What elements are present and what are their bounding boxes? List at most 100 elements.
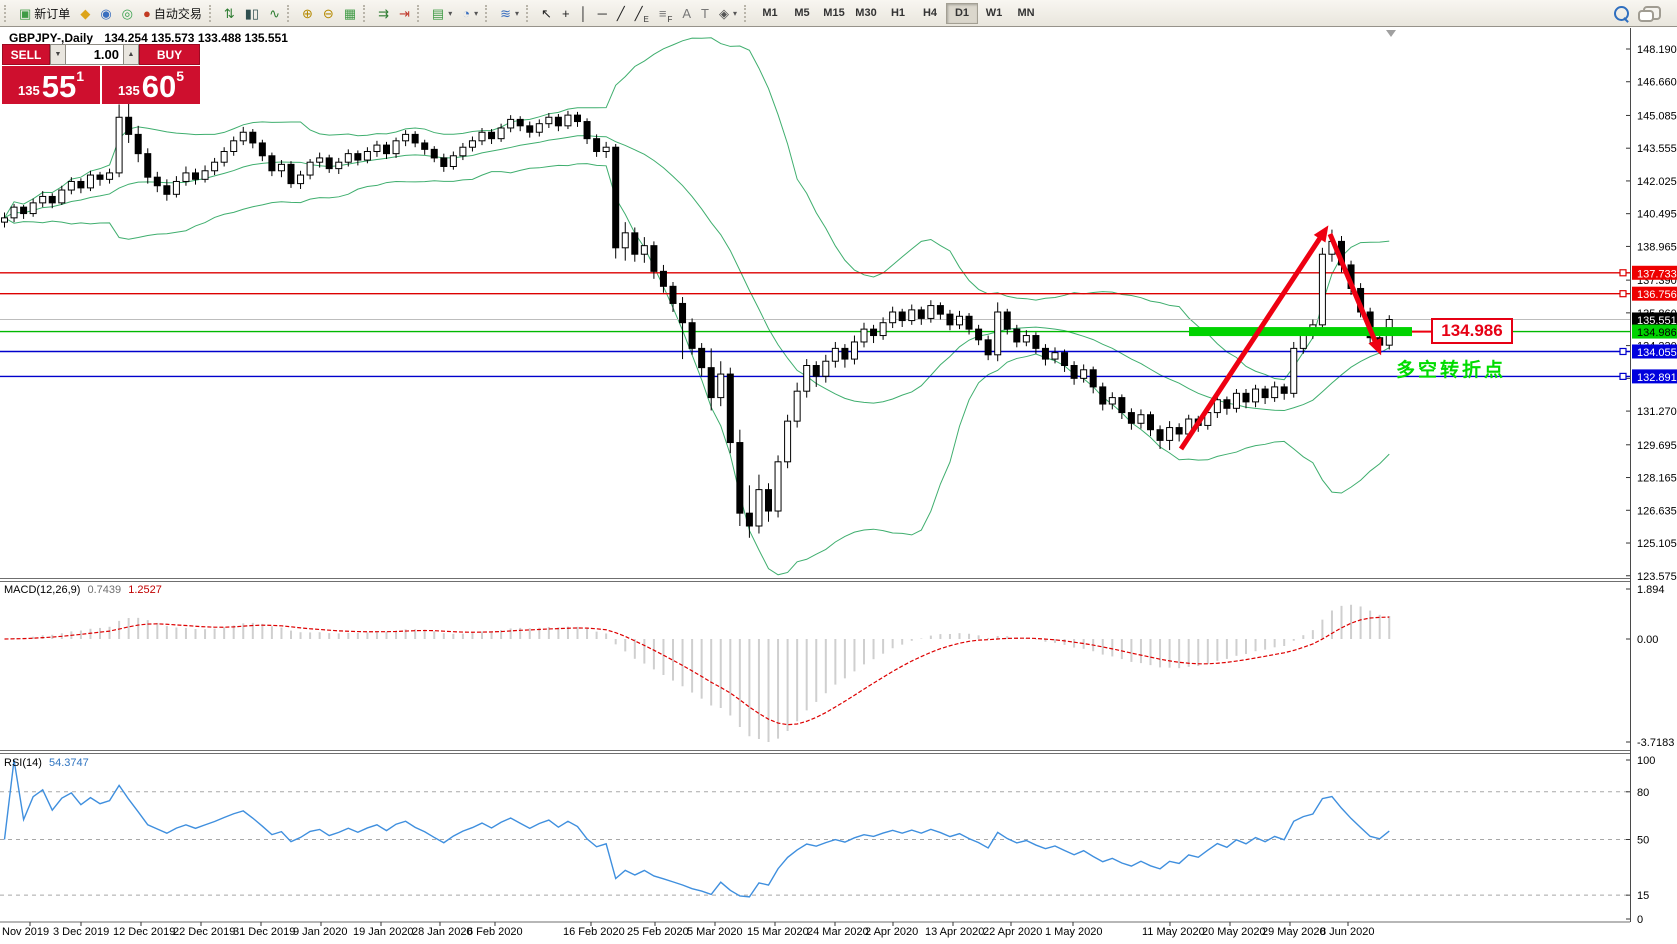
turning-point-annotation[interactable]: 多空转折点 — [1396, 355, 1506, 382]
horizontal-line-icon[interactable]: ─ — [593, 2, 612, 25]
candle-body — [593, 138, 601, 153]
timeframe-button-h1[interactable]: H1 — [882, 3, 914, 24]
candle-body — [889, 311, 897, 324]
candle-body — [1127, 412, 1135, 424]
price-callout-label[interactable]: 134.986 — [1431, 318, 1513, 344]
level-endpoint-marker[interactable] — [1619, 347, 1627, 356]
candle-body — [946, 313, 954, 326]
fibonacci-icon[interactable]: ≡ F — [654, 2, 677, 25]
crosshair-icon[interactable]: + — [557, 2, 575, 25]
volume-increase-button[interactable]: ▲ — [123, 44, 139, 65]
timeframe-button-w1[interactable]: W1 — [978, 3, 1010, 24]
candle-body — [373, 144, 381, 153]
cursor-icon[interactable]: ↖ — [536, 2, 557, 25]
candle-body — [411, 133, 419, 144]
price-level-badge-text: 136.756 — [1637, 289, 1677, 301]
trend-arrow-line[interactable] — [1178, 235, 1323, 451]
candle-body — [736, 442, 744, 514]
candle-body — [134, 133, 142, 155]
tile-windows-icon[interactable]: ▦ — [339, 2, 361, 25]
text-icon[interactable]: A — [677, 2, 696, 25]
buy-button[interactable]: BUY — [139, 44, 200, 65]
toolbar-grip — [363, 4, 369, 22]
candle-body — [822, 360, 830, 377]
dropdown-caret-icon[interactable]: ▾ — [515, 9, 519, 18]
text-label-icon[interactable]: T — [696, 2, 714, 25]
search-icon[interactable] — [1614, 5, 1629, 21]
highlighter-icon[interactable]: ◆ — [75, 2, 95, 25]
candle-body — [48, 195, 56, 204]
candle-body — [86, 174, 94, 189]
chat-icon[interactable] — [1638, 6, 1661, 22]
indicators-icon[interactable]: ≋ ▾ — [495, 2, 524, 25]
candle-body — [468, 140, 476, 148]
candlestick-chart-icon[interactable]: ▮▯ — [240, 2, 264, 25]
dropdown-caret-icon[interactable]: ▾ — [448, 9, 452, 18]
timeframe-button-h4[interactable]: H4 — [914, 3, 946, 24]
dropdown-caret-icon[interactable]: ▾ — [474, 9, 478, 18]
candle-body — [277, 163, 285, 172]
new-chart-icon: ▤ — [431, 5, 445, 21]
candle-body — [698, 347, 706, 369]
timeframe-button-d1[interactable]: D1 — [946, 2, 978, 24]
trend-arrow-line[interactable] — [1327, 233, 1378, 344]
chart-end-marker[interactable] — [1386, 30, 1396, 37]
level-endpoint-marker[interactable] — [1619, 372, 1627, 380]
auto-scroll-icon[interactable]: ⇉ — [373, 2, 394, 25]
vertical-line-icon[interactable]: │ — [575, 2, 593, 25]
bar-chart-icon: ⇅ — [223, 5, 235, 21]
candle-body — [192, 172, 199, 180]
candle-body — [430, 148, 438, 159]
date-axis-label: 6 Feb 2020 — [467, 926, 523, 938]
volume-input[interactable]: 1.00 — [66, 44, 123, 65]
candle-body — [927, 305, 935, 319]
support-zone-bar[interactable] — [1189, 327, 1412, 337]
shapes-icon[interactable]: ◈ ▾ — [714, 2, 742, 25]
profiles-icon[interactable]: ◔ ▾ — [457, 2, 483, 25]
autotrade-button[interactable]: ● 自动交易 — [138, 2, 207, 25]
signals-icon[interactable]: ◎ — [117, 2, 138, 25]
new-chart-icon[interactable]: ▤ ▾ — [427, 2, 457, 25]
level-endpoint-marker[interactable] — [1619, 290, 1627, 298]
candle-body — [220, 151, 228, 163]
timeframe-button-m15[interactable]: M15 — [818, 3, 850, 24]
indicators-icon: ≋ — [500, 5, 512, 21]
chart-shift-icon[interactable]: ⇥ — [394, 2, 415, 25]
candle-body — [1252, 388, 1260, 403]
date-axis-label: 12 Dec 2019 — [113, 926, 176, 938]
candle-body — [287, 163, 295, 185]
zoom-in-icon[interactable]: ⊕ — [297, 2, 318, 25]
candle-body — [1175, 427, 1183, 435]
candle-body — [583, 121, 591, 140]
horizontal-line-icon: ─ — [597, 5, 607, 21]
candle-body — [908, 309, 916, 322]
candle-body — [1118, 397, 1126, 414]
candle-body — [688, 322, 696, 349]
sell-price-display[interactable]: 135 55 1 — [2, 66, 100, 104]
buy-price-display[interactable]: 135 60 5 — [102, 66, 200, 104]
timeframe-button-mn[interactable]: MN — [1010, 3, 1042, 24]
dropdown-caret-icon[interactable]: ▾ — [733, 9, 737, 18]
timeframe-button-m1[interactable]: M1 — [754, 3, 786, 24]
line-chart-icon[interactable]: ∿ — [264, 2, 285, 25]
timeframe-button-m30[interactable]: M30 — [850, 3, 882, 24]
candle-body — [1280, 386, 1288, 394]
candle-body — [975, 328, 983, 341]
date-axis-label: 2 Apr 2020 — [865, 926, 919, 938]
level-endpoint-marker[interactable] — [1619, 269, 1627, 277]
community-icon[interactable]: ◉ — [95, 2, 116, 25]
new-order-button: ▣ — [19, 5, 32, 21]
candle-body — [1022, 335, 1030, 343]
channel-icon: ╱ — [634, 5, 643, 21]
volume-decrease-button[interactable]: ▼ — [50, 44, 66, 65]
new-order-button[interactable]: ▣ 新订单 — [14, 2, 75, 25]
trendline-icon[interactable]: ╱ — [612, 2, 630, 25]
candle-body — [230, 140, 238, 153]
fibonacci-icon-sub: F — [667, 14, 673, 24]
sell-button[interactable]: SELL — [2, 44, 50, 65]
bar-chart-icon[interactable]: ⇅ — [219, 2, 240, 25]
channel-icon[interactable]: ╱ E — [630, 2, 654, 25]
timeframe-button-m5[interactable]: M5 — [786, 3, 818, 24]
zoom-out-icon[interactable]: ⊖ — [318, 2, 339, 25]
candle-body — [1, 217, 8, 223]
